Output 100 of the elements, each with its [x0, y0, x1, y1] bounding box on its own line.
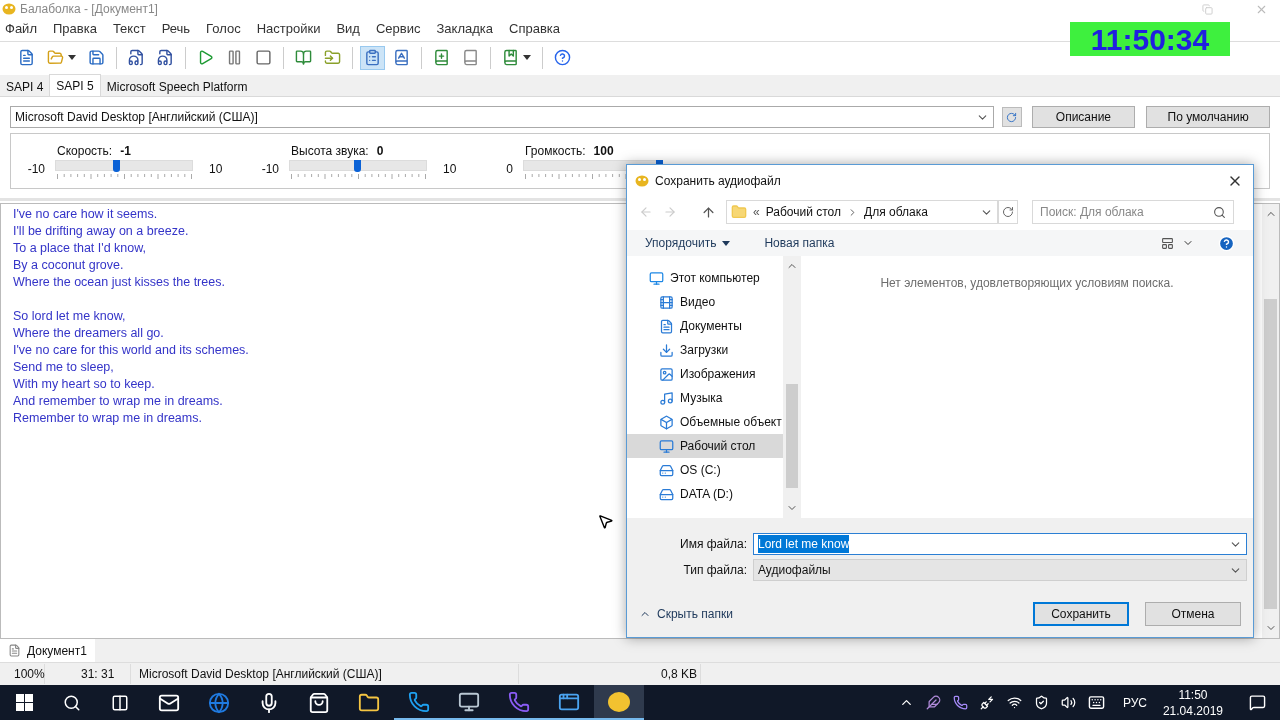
hide-folders-button[interactable]: Скрыть папки [639, 605, 733, 623]
slider-value: 100 [593, 142, 614, 160]
menu-item[interactable]: Справка [509, 19, 560, 39]
help-icon [554, 49, 571, 66]
slider-min-label: -10 [26, 161, 45, 178]
menu-item[interactable]: Файл [5, 19, 37, 39]
folder-tree-item[interactable]: Документы [627, 314, 783, 338]
folder-tree-item[interactable]: Рабочий стол [627, 434, 783, 458]
folder-tree-item[interactable]: Загрузки [627, 338, 783, 362]
computer-icon [649, 270, 664, 286]
breadcrumb-overflow: « [753, 204, 760, 221]
breadcrumb-bar[interactable]: « Рабочий стол Для облака [726, 200, 998, 224]
menu-item[interactable]: Сервис [375, 19, 421, 39]
scrollbar-thumb[interactable] [786, 384, 798, 488]
document-icon [18, 49, 35, 66]
folder-tree-item[interactable]: Изображения [627, 362, 783, 386]
slider-thumb[interactable] [354, 159, 361, 172]
menu-item[interactable]: Настройки [256, 19, 321, 39]
caret-icon [523, 55, 531, 60]
clock-overlay: 11:50:34 [1070, 22, 1230, 56]
audio-file-icon [157, 49, 174, 66]
view-icon[interactable] [1161, 236, 1174, 250]
toolbar-button[interactable] [360, 45, 385, 70]
dialog-button[interactable]: Отмена [1145, 602, 1241, 626]
folder-tree-item[interactable]: OS (C:) [627, 458, 783, 482]
volume-icon[interactable] [1060, 695, 1076, 710]
text-line: Send me to sleep, [13, 359, 114, 376]
folder-tree-item[interactable]: DATA (D:) [627, 482, 783, 506]
globe-icon [208, 691, 230, 714]
search-field[interactable]: Поиск: Для облака [1032, 200, 1234, 224]
scrollbar-thumb[interactable] [1264, 299, 1277, 609]
text-line: I've no care for this world and its schemes. [13, 342, 249, 359]
help-icon[interactable] [1218, 234, 1235, 252]
book-icon [433, 49, 450, 66]
menu-item[interactable]: Вид [336, 19, 360, 39]
book-icon [393, 49, 410, 66]
language-indicator[interactable]: РУС [1122, 693, 1147, 712]
filename-field[interactable]: Lord let me know [753, 533, 1247, 555]
slider-label: Высота звука: [291, 142, 369, 160]
pause-icon [226, 49, 243, 66]
breadcrumb-item[interactable]: Рабочий стол [765, 203, 841, 221]
voice-button[interactable]: Описание [1031, 106, 1136, 128]
folder-tree-item[interactable]: Музыка [627, 386, 783, 410]
breadcrumb-item[interactable]: Для облака [864, 203, 928, 221]
shopping-bag-icon [308, 691, 330, 714]
refresh-button[interactable] [998, 200, 1018, 224]
dialog-button[interactable]: Сохранить [1033, 602, 1129, 626]
text-line: To a place that I'd know, [13, 240, 147, 257]
voice-button[interactable]: По умолчанию [1146, 106, 1270, 128]
search-icon[interactable] [63, 693, 81, 712]
caret-icon [68, 55, 76, 60]
slider-label: Громкость: [525, 142, 586, 160]
search-icon [1213, 205, 1226, 219]
power-icon[interactable] [979, 695, 995, 710]
play-icon [197, 49, 214, 66]
audio-file-icon [128, 49, 145, 66]
shield-icon[interactable] [1033, 695, 1049, 710]
field-label: Имя файла: [679, 536, 747, 553]
clock[interactable]: 11:50 21.04.2019 [1162, 686, 1223, 719]
folder-tree-item[interactable]: Объемные объект [627, 410, 783, 434]
refresh-button[interactable] [1001, 107, 1022, 127]
windows-icon[interactable] [15, 694, 33, 711]
voice-select[interactable]: Microsoft David Desktop [Английский (США)] [10, 106, 994, 128]
text-line: I'll be drifting away on a breeze. [13, 223, 189, 240]
keyboard-icon[interactable] [1087, 694, 1105, 711]
save-icon [88, 49, 105, 66]
task-view-icon[interactable] [111, 693, 129, 712]
command-button[interactable]: Упорядочить [645, 234, 731, 252]
phone-icon [408, 690, 430, 713]
notification-icon[interactable] [1249, 694, 1266, 711]
slider-value: -1 [120, 142, 131, 160]
book-icon [462, 49, 479, 66]
menu-item[interactable]: Голос [206, 19, 241, 39]
stop-icon [255, 49, 272, 66]
text-line: With my heart so to keep. [13, 376, 155, 393]
phone-icon[interactable] [952, 695, 968, 710]
filetype-select[interactable]: Аудиофайлы [753, 559, 1247, 581]
taskbar-app[interactable] [594, 685, 644, 720]
clipboard-icon [364, 49, 381, 66]
menu-item[interactable]: Закладка [436, 19, 493, 39]
wifi-icon[interactable] [1006, 695, 1022, 710]
dialog-title: Сохранить аудиофайл [655, 172, 782, 190]
status-text: 100% [0, 664, 45, 684]
slider-max-label: 10 [209, 161, 223, 178]
menu-item[interactable]: Речь [161, 19, 191, 39]
engine-tab[interactable]: SAPI 5 [49, 74, 101, 96]
monitor-icon [458, 690, 480, 713]
refresh-icon [1002, 206, 1014, 218]
command-button[interactable]: Новая папка [764, 234, 835, 252]
document-tab[interactable]: Документ1 [0, 639, 95, 662]
menu-item[interactable]: Правка [52, 19, 97, 39]
slider-max-label: 10 [443, 161, 457, 178]
folder-tree-item[interactable]: Этот компьютер [627, 266, 783, 290]
slider-thumb[interactable] [113, 159, 121, 172]
empty-message: Нет элементов, удовлетворяющих условиям поиска. [880, 275, 1174, 292]
text-line: So lord let me know, [13, 308, 126, 325]
up-icon[interactable] [701, 204, 716, 220]
folder-tree-item[interactable]: Видео [627, 290, 783, 314]
feather-icon[interactable] [925, 695, 941, 710]
menu-item[interactable]: Текст [112, 19, 146, 39]
